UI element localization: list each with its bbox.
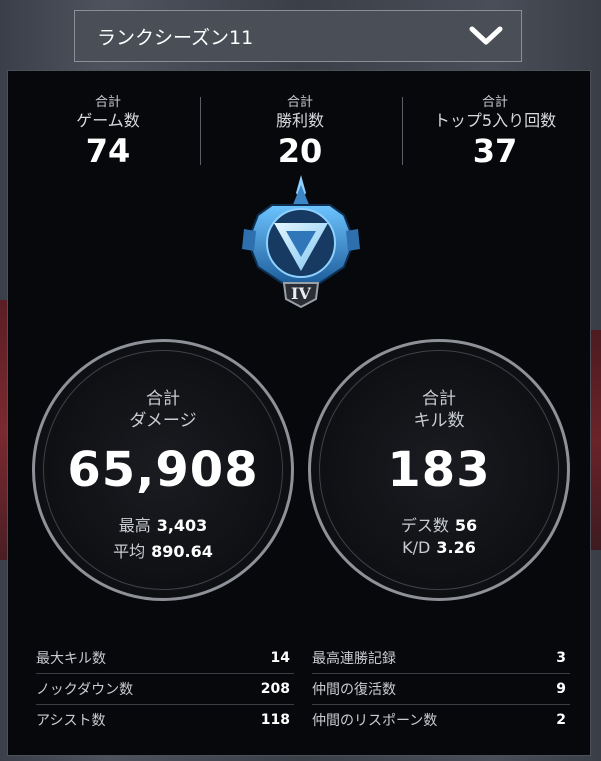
damage-avg-label: 平均	[113, 542, 146, 561]
damage-ring: 合計 ダメージ 65,908 最高 3,403 平均 890.64	[32, 339, 294, 601]
stats-panel: 合計 ゲーム数 74 合計 勝利数 20 合計 トップ5入り回数 37 IV 合…	[7, 70, 591, 756]
stat-games-label: ゲーム数	[76, 111, 140, 130]
damage-max: 最高 3,403	[35, 512, 291, 536]
table-row: アシスト数 118	[36, 705, 294, 735]
rank-tier-label: IV	[291, 284, 311, 303]
stat-top5-label: トップ5入り回数	[433, 111, 557, 130]
damage-sub: 合計	[146, 389, 180, 409]
damage-avg-value: 890.64	[151, 542, 213, 561]
damage-value: 65,908	[67, 442, 259, 498]
damage-max-label: 最高	[118, 516, 151, 535]
diamond-rank-badge-icon: IV	[242, 175, 360, 309]
stat-games-sub: 合計	[94, 95, 121, 110]
right-stats-table: 最高連勝記録 3 仲間の復活数 9 仲間のリスポーン数 2	[312, 643, 570, 735]
row-value: 9	[556, 681, 566, 697]
stat-games: 合計 ゲーム数 74	[13, 95, 203, 169]
kills-ring: 合計 キル数 183 デス数 56 K/D 3.26	[308, 339, 570, 601]
kills-kd: K/D 3.26	[311, 538, 567, 557]
stat-top5-value: 37	[472, 132, 518, 170]
chevron-down-icon	[469, 26, 503, 45]
stat-top5: 合計 トップ5入り回数 37	[400, 95, 590, 169]
table-row: 最高連勝記録 3	[312, 643, 570, 674]
stat-wins-sub: 合計	[286, 95, 313, 110]
kills-deaths-label: デス数	[400, 516, 449, 535]
kills-deaths: デス数 56	[311, 512, 567, 536]
table-row: ノックダウン数 208	[36, 674, 294, 705]
stat-top5-sub: 合計	[481, 95, 508, 110]
stat-wins: 合計 勝利数 20	[205, 95, 395, 169]
row-label: 仲間の復活数	[312, 682, 396, 698]
row-value: 3	[556, 650, 566, 666]
damage-max-value: 3,403	[156, 516, 208, 535]
row-value: 14	[270, 650, 290, 666]
table-row: 仲間のリスポーン数 2	[312, 705, 570, 735]
kills-label: キル数	[413, 411, 465, 431]
kills-value: 183	[387, 442, 491, 498]
season-dropdown-label: ランクシーズン11	[97, 26, 254, 49]
row-label: 最高連勝記録	[312, 651, 396, 667]
row-label: アシスト数	[36, 713, 106, 729]
damage-avg: 平均 890.64	[35, 538, 291, 562]
kills-kd-value: 3.26	[436, 538, 476, 557]
kills-kd-label: K/D	[402, 538, 431, 557]
row-label: 最大キル数	[36, 651, 106, 667]
stat-wins-label: 勝利数	[275, 111, 324, 130]
row-value: 208	[260, 681, 290, 697]
table-row: 仲間の復活数 9	[312, 674, 570, 705]
stat-games-value: 74	[85, 132, 131, 170]
stat-wins-value: 20	[277, 132, 323, 170]
row-label: ノックダウン数	[36, 682, 134, 698]
kills-deaths-value: 56	[454, 516, 478, 535]
row-label: 仲間のリスポーン数	[312, 713, 438, 729]
row-value: 118	[260, 712, 290, 728]
row-value: 2	[556, 712, 566, 728]
season-dropdown[interactable]: ランクシーズン11	[74, 10, 522, 62]
background-accent-right	[591, 330, 601, 550]
divider	[200, 97, 201, 165]
kills-sub: 合計	[422, 389, 456, 409]
damage-label: ダメージ	[129, 411, 197, 431]
left-stats-table: 最大キル数 14 ノックダウン数 208 アシスト数 118	[36, 643, 294, 735]
table-row: 最大キル数 14	[36, 643, 294, 674]
